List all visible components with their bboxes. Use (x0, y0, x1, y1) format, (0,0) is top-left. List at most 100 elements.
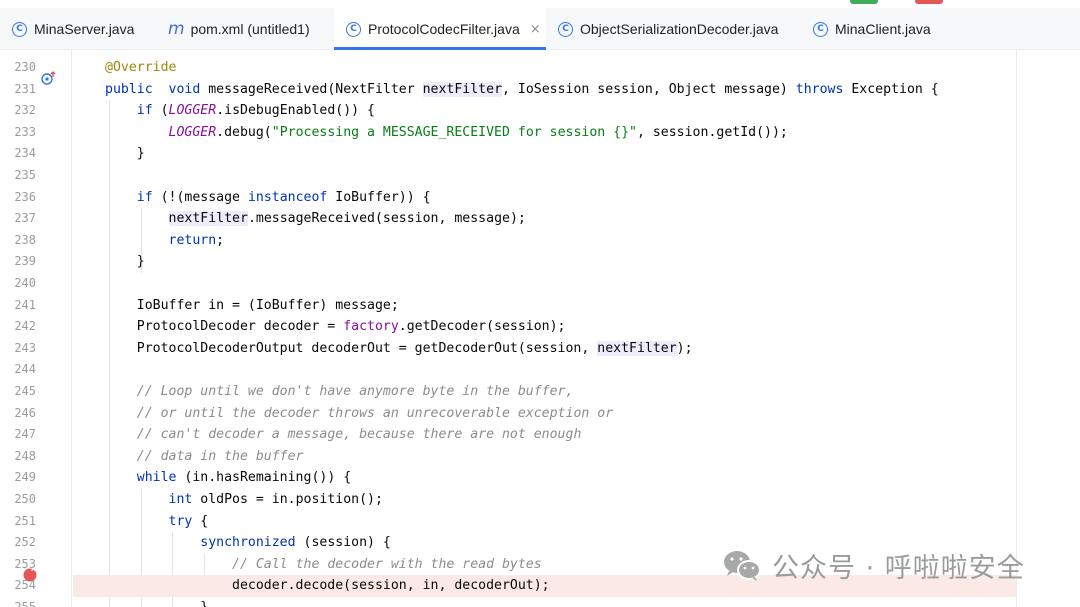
code-token: synchronized (200, 535, 296, 551)
code-line[interactable]: } (73, 597, 1016, 607)
tab-pom-xml[interactable]: m pom.xml (untitled1) (168, 8, 310, 50)
code-token: .messageReceived(session, message); (247, 211, 526, 227)
run-widget-green[interactable] (850, 0, 878, 4)
code-token: (!(message (152, 189, 248, 205)
code-line[interactable]: int oldPos = in.position(); (73, 489, 1016, 511)
code-token: nextFilter (597, 340, 677, 356)
code-token: LOGGER (168, 103, 217, 119)
line-number: 231 (14, 81, 36, 96)
code-token: ); (676, 340, 693, 356)
code-token: , session.getId()); (636, 124, 788, 140)
code-line[interactable]: @Override (73, 57, 1016, 79)
code-token: throws (795, 81, 844, 97)
code-token: decoder.decode(session, in, decoderOut); (105, 578, 550, 594)
code-line[interactable]: public void messageReceived(NextFilter n… (73, 79, 1016, 101)
code-token: if (136, 103, 153, 119)
code-token: @Override (105, 60, 177, 75)
line-number: 250 (14, 492, 36, 506)
tab-protocolcodecfilter[interactable]: C ProtocolCodecFilter.java × (334, 8, 546, 50)
code-line[interactable]: // can't decoder a message, because ther… (73, 424, 1016, 446)
code-token: // or until the decoder throws an unreco… (136, 405, 614, 421)
close-icon[interactable]: × (530, 22, 541, 37)
tab-label: ProtocolCodecFilter.java (368, 21, 520, 37)
code-line[interactable]: nextFilter.messageReceived(session, mess… (73, 208, 1016, 230)
code-token: LOGGER (168, 124, 217, 140)
line-number: 234 (14, 146, 36, 161)
code-line[interactable] (73, 273, 1016, 295)
line-number: 248 (14, 448, 36, 463)
code-token: } (105, 254, 145, 270)
line-number: 235 (14, 168, 36, 182)
line-number: 249 (14, 470, 36, 485)
code-editor[interactable]: @Override public void messageReceived(Nex… (73, 50, 1016, 607)
code-token: ProtocolDecoderOutput decoderOut = getDe… (105, 340, 598, 356)
code-line[interactable]: ProtocolDecoder decoder = factory.getDec… (73, 316, 1016, 338)
line-number-gutter[interactable]: 230 231 232 233 234 235 236 237 238 239 240 241 242 2… (0, 50, 72, 607)
code-token: nextFilter (168, 211, 248, 227)
code-token: ProtocolDecoder decoder = (105, 319, 344, 335)
tab-label: MinaClient.java (835, 21, 931, 37)
code-token: return (168, 232, 217, 248)
tab-label: MinaServer.java (34, 21, 135, 37)
code-line[interactable]: // Loop until we don't have anymore byte… (73, 381, 1016, 403)
class-icon: C (12, 21, 27, 37)
code-token: // can't decoder a message, because ther… (136, 427, 582, 443)
code-line[interactable]: if (LOGGER.isDebugEnabled()) { (73, 100, 1016, 122)
code-token: .debug( (216, 124, 272, 140)
line-number: 244 (14, 362, 36, 377)
code-token: (session) { (295, 535, 391, 551)
code-line[interactable]: // data in the buffer (73, 446, 1016, 468)
code-line[interactable]: IoBuffer in = (IoBuffer) message; (73, 295, 1016, 317)
code-line[interactable]: while (in.hasRemaining()) { (73, 467, 1016, 489)
code-line[interactable]: if (!(message instanceof IoBuffer)) { (73, 187, 1016, 209)
code-token: while (136, 470, 177, 486)
line-number: 255 (14, 600, 36, 607)
line-number: 230 (14, 60, 36, 74)
code-token: // Call the decoder with the read bytes (232, 556, 542, 572)
code-line[interactable]: } (73, 251, 1016, 273)
code-token: try (168, 513, 193, 529)
code-token: oldPos = in.position(); (192, 492, 383, 507)
line-number: 246 (14, 405, 36, 420)
code-token: int (168, 492, 193, 507)
code-line[interactable]: try { (73, 511, 1016, 533)
code-line[interactable]: // or until the decoder throws an unreco… (73, 403, 1016, 425)
code-token: .isDebugEnabled()) { (216, 103, 375, 119)
editor-scrollbar[interactable] (1016, 50, 1080, 607)
tab-minaserver[interactable]: C MinaServer.java (12, 8, 134, 50)
code-token: factory (343, 319, 399, 335)
class-icon: C (346, 21, 361, 37)
override-method-icon[interactable] (41, 71, 57, 85)
tab-minaclient[interactable]: C MinaClient.java (813, 8, 931, 50)
line-number: 242 (14, 319, 36, 334)
code-token: if (136, 189, 153, 205)
code-token: IoBuffer)) { (327, 189, 431, 205)
tab-label: pom.xml (untitled1) (190, 21, 310, 37)
code-line[interactable]: ProtocolDecoderOutput decoderOut = getDe… (73, 338, 1016, 360)
line-number: 243 (14, 340, 36, 355)
code-line[interactable]: LOGGER.debug("Processing a MESSAGE_RECEI… (73, 122, 1016, 144)
code-token: (in.hasRemaining()) { (176, 470, 352, 486)
code-line[interactable] (73, 359, 1016, 381)
code-token: } (105, 146, 145, 162)
wechat-icon (724, 550, 761, 581)
code-line[interactable]: return; (73, 230, 1016, 252)
code-line[interactable]: } (73, 143, 1016, 165)
code-token: , IoSession session, Object message) (502, 81, 796, 97)
line-number: 237 (14, 211, 36, 226)
run-widget-red[interactable] (915, 0, 943, 4)
code-token: Exception { (843, 81, 939, 97)
code-line[interactable] (73, 165, 1016, 187)
code-token: .getDecoder(session); (398, 319, 566, 335)
tab-objectserializationdecoder[interactable]: C ObjectSerializationDecoder.java (546, 8, 800, 50)
